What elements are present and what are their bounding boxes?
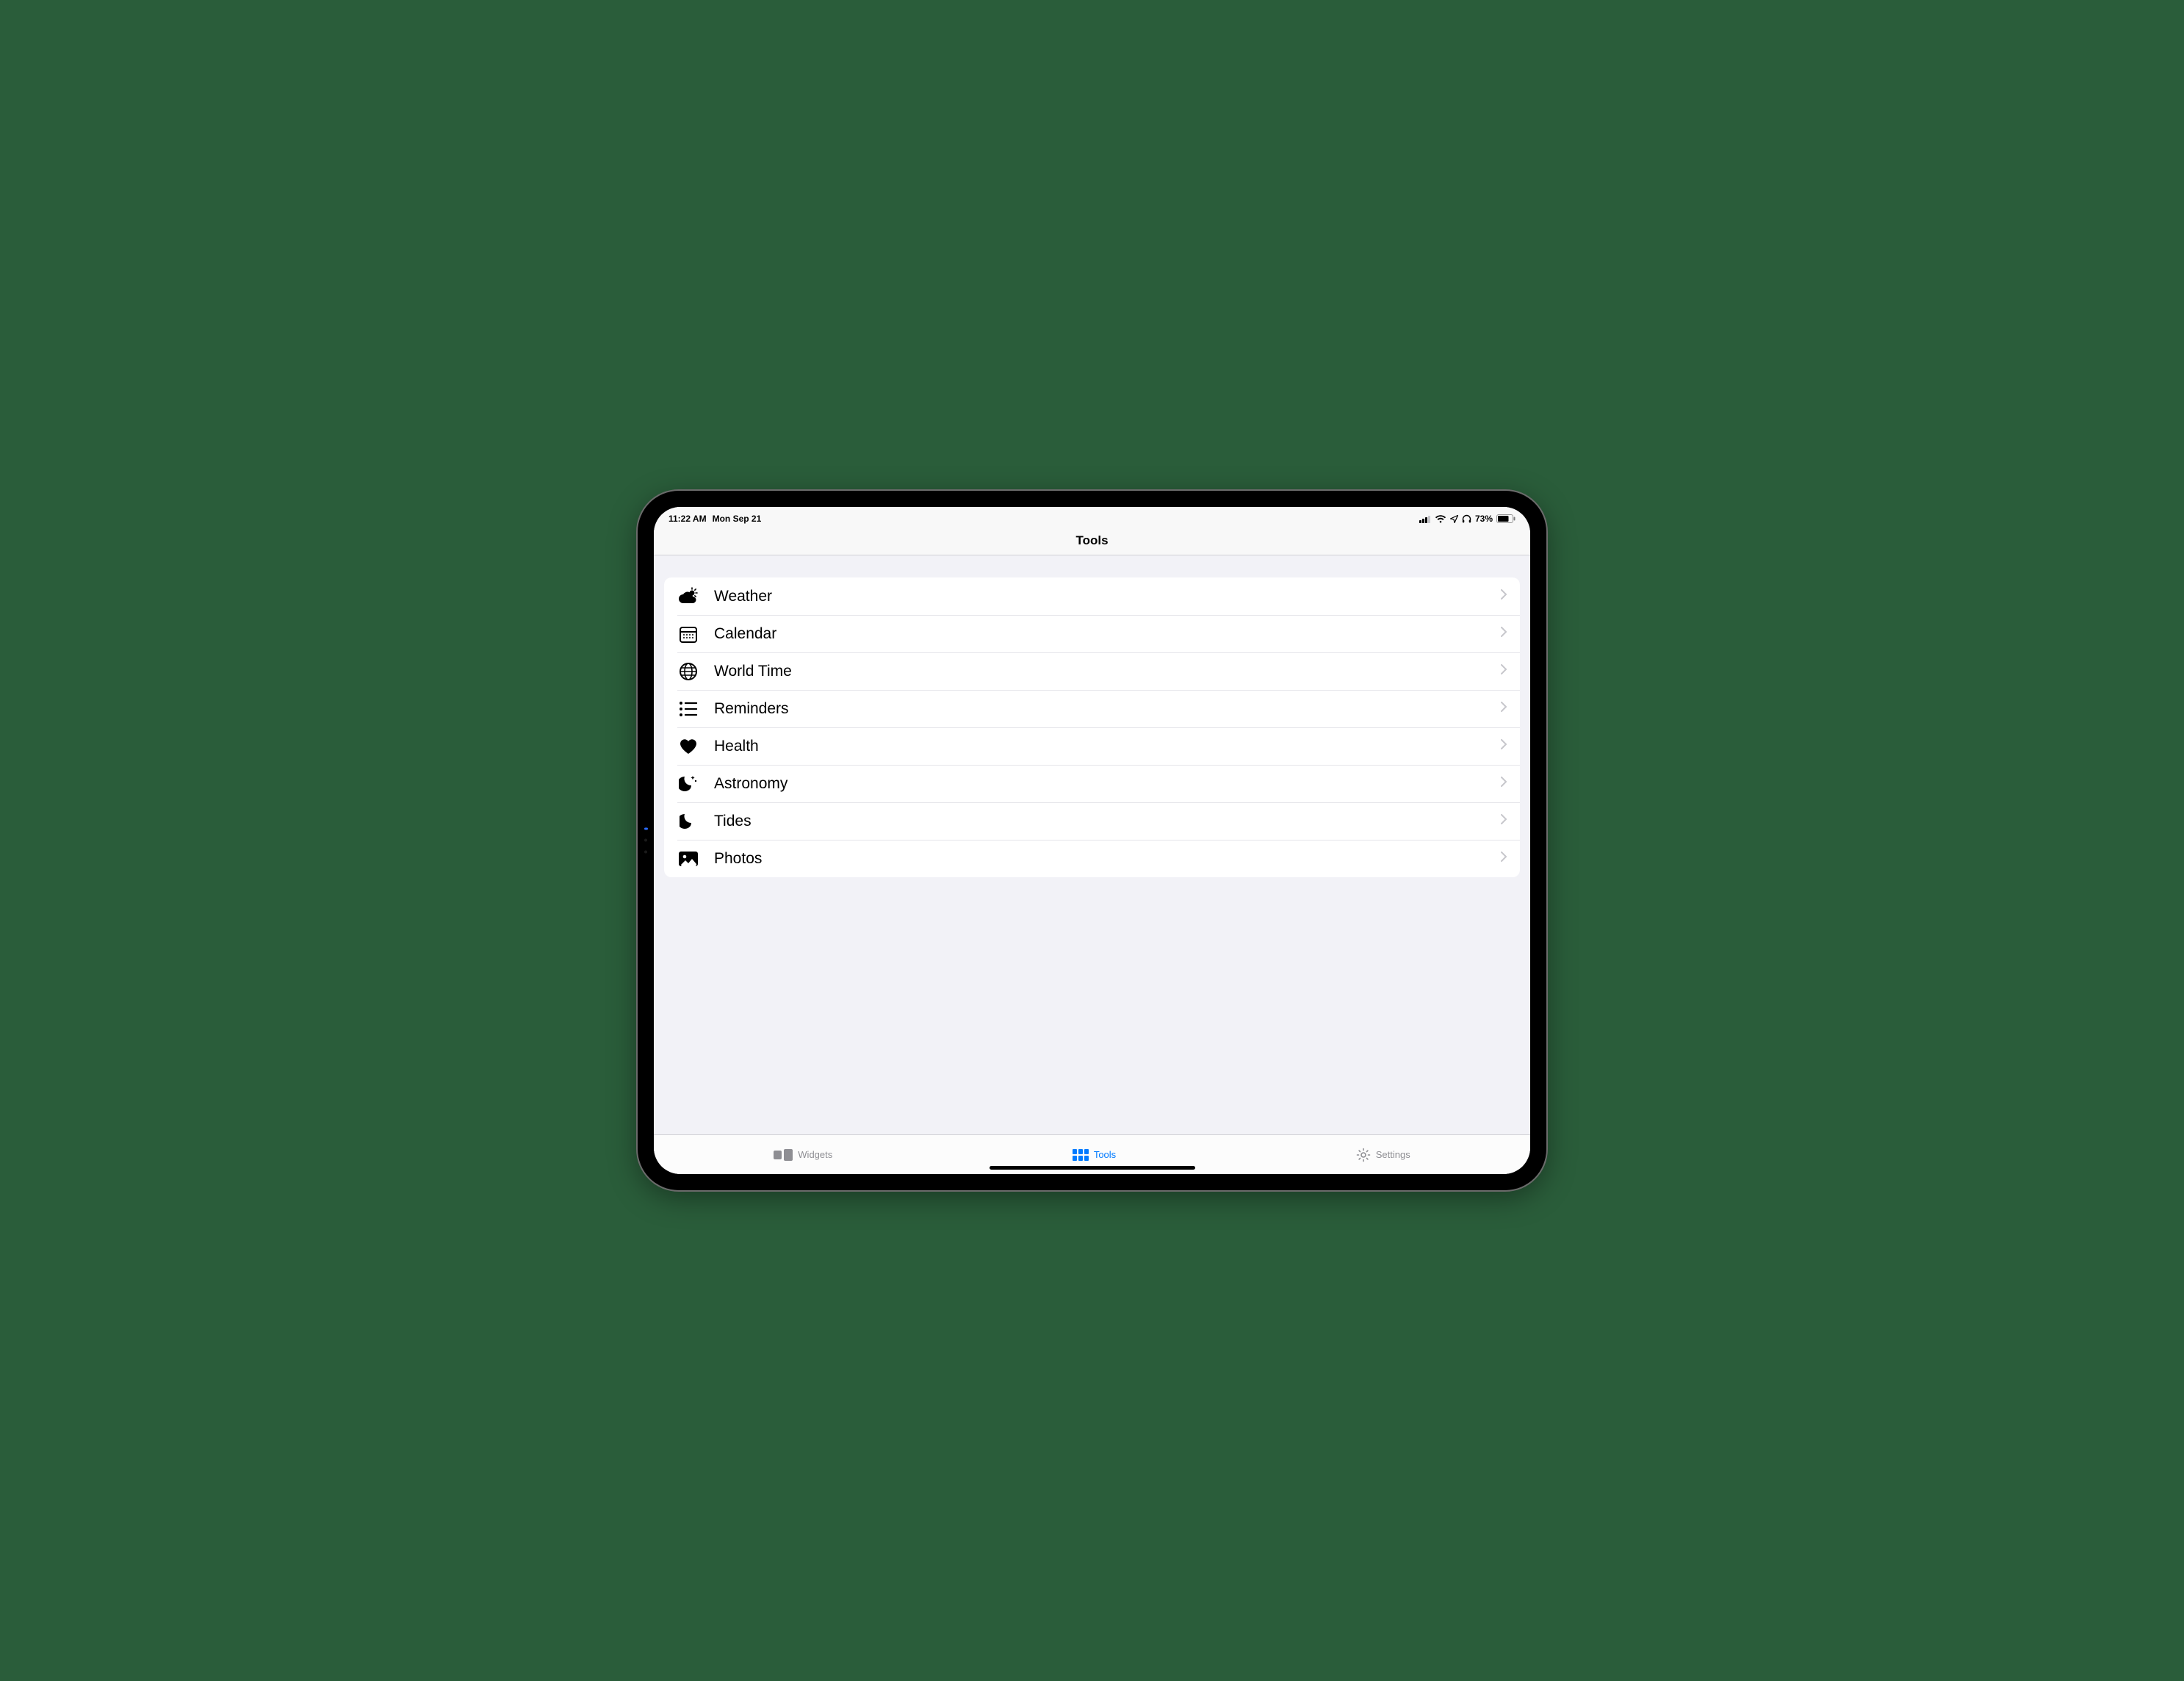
tab-label: Tools (1094, 1149, 1116, 1160)
headphones-icon (1462, 514, 1471, 523)
tab-label: Settings (1376, 1149, 1410, 1160)
gear-icon (1356, 1148, 1371, 1162)
row-label: Reminders (714, 700, 1501, 718)
tools-row-calendar[interactable]: Calendar (664, 615, 1520, 652)
row-label: Health (714, 738, 1501, 755)
status-right: 73% (1419, 514, 1516, 524)
row-label: Photos (714, 850, 1501, 868)
chevron-right-icon (1501, 852, 1507, 865)
tab-bar: Widgets Tools Settings (654, 1134, 1530, 1174)
device-speaker-dots (644, 828, 648, 854)
tab-tools[interactable]: Tools (1073, 1149, 1116, 1161)
ipad-device-frame: 11:22 AM Mon Sep 21 73% (638, 491, 1546, 1190)
row-label: Calendar (714, 625, 1501, 643)
moon-icon (677, 810, 699, 832)
status-left: 11:22 AM Mon Sep 21 (668, 514, 761, 524)
status-date: Mon Sep 21 (713, 514, 762, 524)
location-icon (1450, 515, 1458, 523)
status-time: 11:22 AM (668, 514, 707, 524)
chevron-right-icon (1501, 589, 1507, 603)
calendar-icon (677, 623, 699, 645)
weather-icon (677, 586, 699, 608)
row-label: Weather (714, 588, 1501, 605)
globe-icon (677, 660, 699, 683)
battery-icon (1496, 514, 1516, 523)
tab-settings[interactable]: Settings (1356, 1148, 1410, 1162)
tools-row-worldtime[interactable]: World Time (664, 652, 1520, 690)
tools-row-weather[interactable]: Weather (664, 577, 1520, 615)
chevron-right-icon (1501, 739, 1507, 753)
status-bar: 11:22 AM Mon Sep 21 73% (654, 507, 1530, 526)
home-indicator[interactable] (990, 1166, 1195, 1170)
tools-row-photos[interactable]: Photos (664, 840, 1520, 877)
cellular-icon (1419, 515, 1431, 523)
photo-icon (677, 848, 699, 870)
row-label: Astronomy (714, 775, 1501, 793)
chevron-right-icon (1501, 627, 1507, 641)
list-icon (677, 698, 699, 720)
row-label: Tides (714, 813, 1501, 830)
widgets-icon (774, 1148, 793, 1162)
chevron-right-icon (1501, 777, 1507, 791)
row-label: World Time (714, 663, 1501, 680)
chevron-right-icon (1501, 702, 1507, 716)
tools-row-astronomy[interactable]: Astronomy (664, 765, 1520, 802)
grid-icon (1073, 1149, 1089, 1161)
heart-icon (677, 735, 699, 757)
tools-row-tides[interactable]: Tides (664, 802, 1520, 840)
wifi-icon (1435, 515, 1446, 523)
page-title: Tools (1075, 533, 1108, 548)
tools-row-health[interactable]: Health (664, 727, 1520, 765)
screen: 11:22 AM Mon Sep 21 73% (654, 507, 1530, 1174)
tools-row-reminders[interactable]: Reminders (664, 690, 1520, 727)
chevron-right-icon (1501, 814, 1507, 828)
battery-percentage: 73% (1475, 514, 1493, 524)
tab-label: Widgets (798, 1149, 832, 1160)
tools-list: Weather Calendar World Time (664, 577, 1520, 877)
nav-bar: Tools (654, 526, 1530, 555)
moon-stars-icon (677, 773, 699, 795)
content-area[interactable]: Weather Calendar World Time (654, 555, 1530, 1134)
chevron-right-icon (1501, 664, 1507, 678)
tab-widgets[interactable]: Widgets (774, 1148, 832, 1162)
